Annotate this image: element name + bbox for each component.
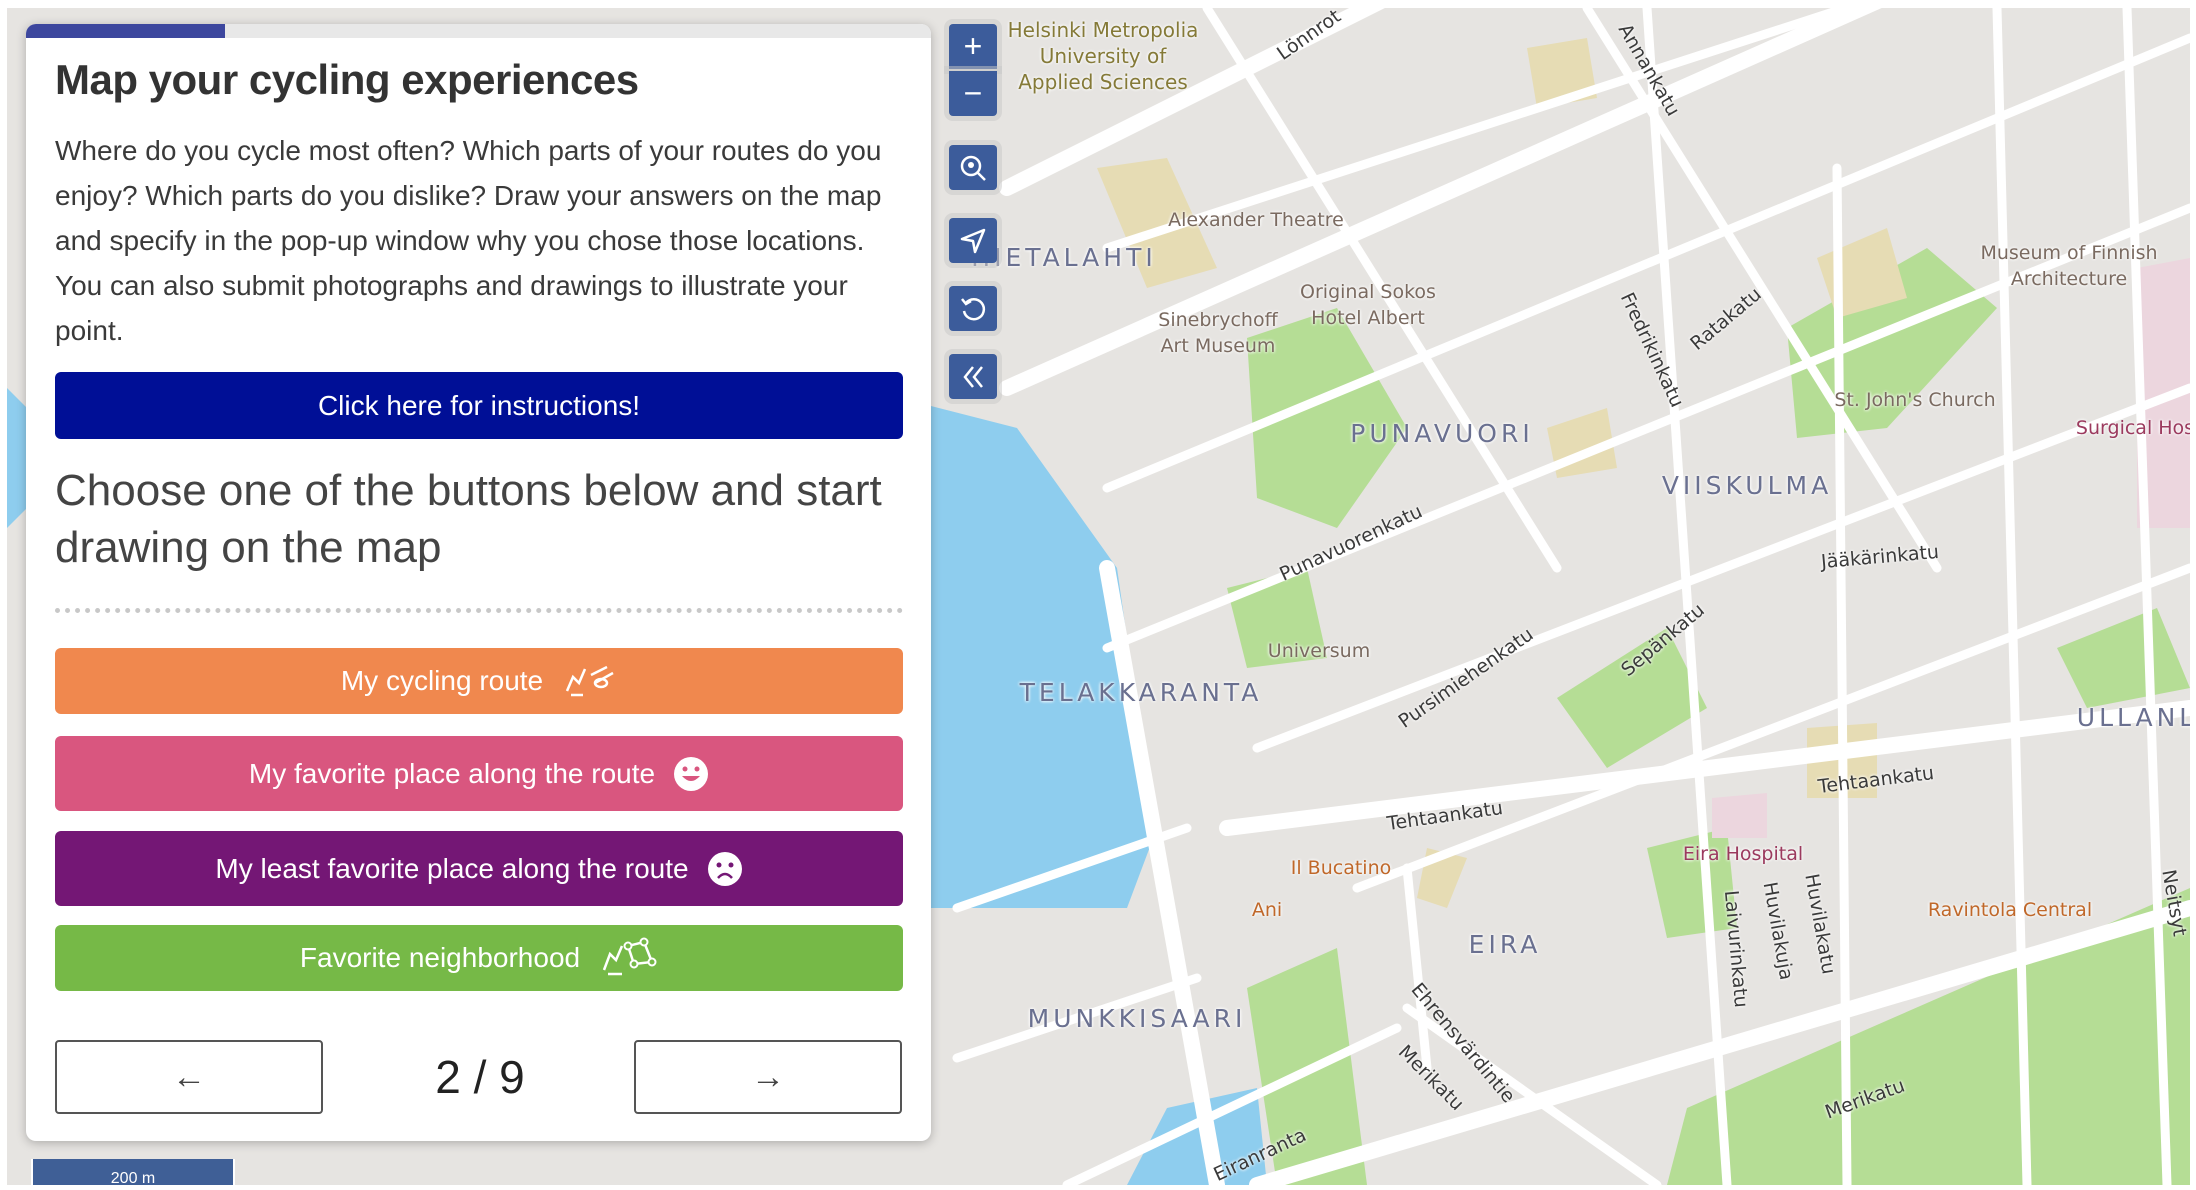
progress-bar: [26, 24, 931, 38]
next-button[interactable]: →: [634, 1040, 902, 1114]
map-label-district: ULLANL: [2076, 703, 2190, 732]
button-label: My favorite place along the route: [248, 757, 656, 789]
zoom-out-button[interactable]: −: [949, 71, 997, 116]
map-label-poi: St. John's Church: [1834, 389, 1996, 411]
instructions-button-label: Click here for instructions!: [317, 389, 641, 421]
draw-cycling-route-button[interactable]: My cycling route: [55, 648, 903, 714]
map-label-district: TELAKKARANTA: [1019, 678, 1263, 707]
search-location-icon: [960, 155, 986, 181]
smiley-sad-icon: [707, 851, 742, 886]
map-label-poi: Sinebrychoff Art Museum: [1158, 309, 1278, 357]
map-label-poi: Eira Hospital: [1682, 843, 1804, 865]
locate-arrow-icon: [960, 228, 986, 253]
zoom-in-button[interactable]: +: [949, 24, 997, 69]
map-label-district: EIRA: [1468, 930, 1542, 959]
page-title: Map your cycling experiences: [55, 56, 639, 103]
map-label-district: PUNAVUORI: [1350, 419, 1534, 448]
draw-favorite-neighborhood-button[interactable]: Favorite neighborhood: [55, 925, 903, 991]
draw-least-favorite-place-button[interactable]: My least favorite place along the route: [55, 831, 903, 906]
divider: [55, 608, 903, 613]
reset-button[interactable]: [949, 286, 997, 331]
smiley-happy-icon: [674, 756, 709, 791]
instructions-button[interactable]: Click here for instructions!: [55, 372, 903, 439]
progress-fill: [26, 24, 226, 38]
previous-button[interactable]: ←: [55, 1040, 323, 1114]
locate-button[interactable]: [949, 218, 997, 263]
map-label-poi: Alexander Theatre: [1168, 209, 1344, 231]
button-label: My least favorite place along the route: [215, 852, 689, 884]
map-scale-bar: 200 m: [31, 1159, 235, 1185]
map-label-poi: Helsinki Metropolia University of Applie…: [1007, 18, 1199, 94]
map-label-poi: Surgical Hos: [2075, 417, 2190, 439]
collapse-panel-button[interactable]: [949, 354, 997, 399]
draw-polygon-icon: [602, 937, 657, 976]
arrow-left-icon: ←: [172, 1057, 206, 1096]
map-label-restaurant: Ravintola Central: [1927, 899, 2093, 921]
map-label-district: VIISKULMA: [1661, 471, 1833, 500]
page-indicator: 2 / 9: [435, 1051, 525, 1103]
draw-line-icon: [565, 665, 614, 697]
map-label-restaurant: Ani: [1251, 899, 1283, 921]
map-label-poi: Museum of Finnish Architecture: [1980, 242, 2158, 290]
map-label-district: HIETALAHTI: [971, 243, 1157, 272]
map-label-restaurant: Il Bucatino: [1290, 857, 1392, 879]
map-label-poi: Universum: [1267, 640, 1371, 662]
choose-heading: Choose one of the buttons below and star…: [55, 466, 882, 572]
reset-icon: [961, 297, 986, 320]
button-label: My cycling route: [340, 665, 544, 696]
map-label-poi: Original Sokos Hotel Albert: [1300, 281, 1436, 329]
search-location-button[interactable]: [949, 145, 997, 190]
map-label-district: MUNKKISAARI: [1027, 1004, 1247, 1033]
arrow-right-icon: →: [751, 1057, 785, 1096]
draw-favorite-place-button[interactable]: My favorite place along the route: [55, 736, 903, 811]
survey-panel: Map your cycling experiences Where do yo…: [26, 24, 931, 1141]
button-label: Favorite neighborhood: [299, 942, 581, 973]
collapse-double-chevron-icon: [963, 365, 983, 388]
intro-text: Where do you cycle most often? Which par…: [55, 135, 882, 346]
